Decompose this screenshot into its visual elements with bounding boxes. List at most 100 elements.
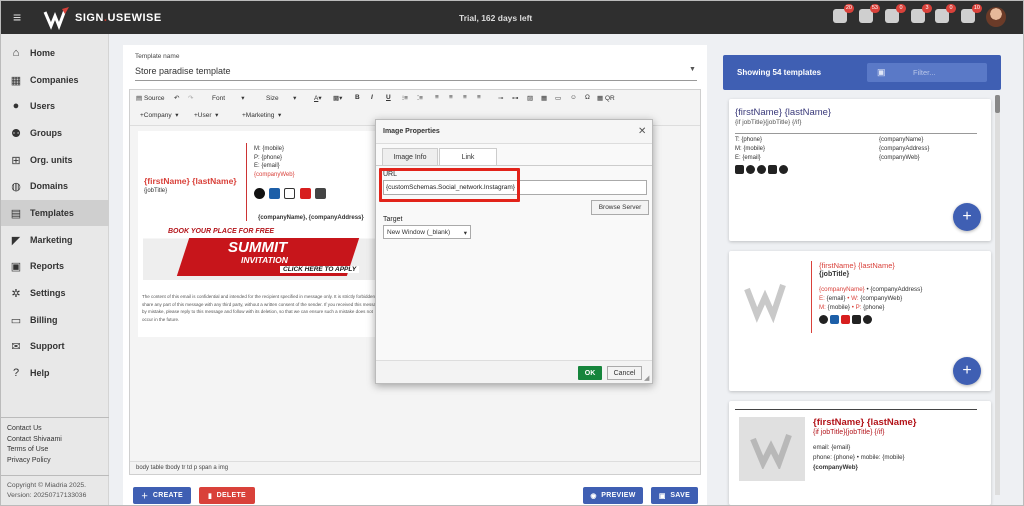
align-center-icon[interactable]: ≡ xyxy=(449,94,453,101)
sidebar-item-users[interactable]: ● Users xyxy=(1,93,109,119)
marketing-dropdown[interactable]: +Marketing ▾ xyxy=(242,111,281,119)
logout-icon[interactable]: 10 xyxy=(961,4,982,23)
template-name-label: Template name xyxy=(135,53,180,60)
table-icon[interactable]: ▦ xyxy=(541,94,547,102)
justify-icon[interactable]: ≡ xyxy=(477,94,481,101)
link-icon[interactable]: ⊸ xyxy=(498,94,503,102)
template-name-select[interactable]: Store paradise template xyxy=(135,66,231,76)
globe-icon[interactable]: 0 xyxy=(935,4,956,23)
youtube-icon[interactable] xyxy=(299,188,311,199)
unlink-icon[interactable]: ⊶ xyxy=(512,94,519,102)
linkedin-icon xyxy=(735,165,744,175)
preview-button[interactable]: ◉ PREVIEW xyxy=(583,487,643,504)
mail-icon[interactable]: 53 xyxy=(859,4,880,23)
tab-image-info[interactable]: Image Info xyxy=(382,148,438,165)
building-icon: ▦ xyxy=(10,74,22,87)
template-list-panel: Showing 54 templates ▣ Filter... {firstN… xyxy=(723,55,1003,505)
browse-server-button[interactable]: Browse Server xyxy=(591,200,649,215)
hamburger-menu-icon[interactable]: ≡ xyxy=(13,10,21,24)
filter-input[interactable]: ▣ Filter... xyxy=(867,63,987,82)
sidebar-item-settings[interactable]: ✲ Settings xyxy=(1,280,109,306)
org-icon[interactable]: 3 xyxy=(911,4,932,23)
users-icon[interactable]: 20 xyxy=(833,4,854,23)
bulleted-list-icon[interactable]: ⁚≡ xyxy=(417,94,423,102)
underline-icon[interactable]: U xyxy=(386,94,391,101)
facebook-icon[interactable] xyxy=(254,188,265,199)
scrollbar[interactable] xyxy=(995,95,1000,495)
resize-handle-icon[interactable]: ◢ xyxy=(644,374,649,382)
facebook-icon xyxy=(746,165,755,175)
undo-icon[interactable]: ↶ xyxy=(174,94,179,102)
sidebar-item-help[interactable]: ? Help xyxy=(1,360,109,386)
x-icon[interactable] xyxy=(284,188,296,199)
bold-icon[interactable]: B xyxy=(355,94,360,101)
italic-icon[interactable]: I xyxy=(371,94,373,101)
disclaimer-text: The content of this email is confidentia… xyxy=(142,294,382,321)
omega-icon[interactable]: Ω xyxy=(585,94,590,101)
ok-button[interactable]: OK xyxy=(578,366,602,380)
photo-placeholder xyxy=(739,417,805,481)
tab-link[interactable]: Link xyxy=(439,148,497,165)
size-select[interactable]: Size ▾ xyxy=(266,94,296,102)
instagram-icon xyxy=(852,315,861,325)
cancel-button[interactable]: Cancel xyxy=(607,366,642,380)
chevron-down-icon[interactable]: ▼ xyxy=(689,66,696,73)
sidebar-item-reports[interactable]: ▣ Reports xyxy=(1,253,109,279)
sidebar-item-templates[interactable]: ▤ Templates xyxy=(1,200,109,226)
linkedin-icon[interactable] xyxy=(269,188,281,199)
contact-us-link[interactable]: Contact Us xyxy=(7,424,62,435)
sidebar-item-home[interactable]: ⌂ Home xyxy=(1,40,109,66)
banner-image[interactable]: BOOK YOUR PLACE FOR FREE SUMMIT INVITATI… xyxy=(143,228,383,280)
sidebar-item-groups[interactable]: ⚉ Groups xyxy=(1,120,109,146)
scrollbar-thumb[interactable] xyxy=(995,95,1000,113)
avatar[interactable] xyxy=(986,7,1006,27)
watermark-logo xyxy=(744,284,786,323)
company-dropdown[interactable]: +Company ▾ xyxy=(140,111,179,119)
privacy-link[interactable]: Privacy Policy xyxy=(7,456,62,467)
font-select[interactable]: Font ▾ xyxy=(212,94,245,102)
sidebar-item-org-units[interactable]: ⊞ Org. units xyxy=(1,147,109,173)
numbered-list-icon[interactable]: ⁝≡ xyxy=(402,94,408,102)
bg-color-icon[interactable]: ▩▾ xyxy=(333,94,342,102)
divider xyxy=(1,475,109,476)
emoji-icon[interactable]: ☺ xyxy=(570,94,577,101)
save-button[interactable]: ▣ SAVE xyxy=(651,487,698,504)
globe-badge: 0 xyxy=(946,4,956,13)
sidebar-item-marketing[interactable]: ◤ Marketing xyxy=(1,227,109,253)
tab-divider xyxy=(376,165,652,166)
qr-button[interactable]: ▦ QR xyxy=(597,94,615,102)
close-icon[interactable]: ✕ xyxy=(638,126,646,137)
delete-button[interactable]: ▮ DELETE xyxy=(199,487,255,504)
contact-shivaami-link[interactable]: Contact Shivaami xyxy=(7,435,62,446)
sidebar-item-domains[interactable]: ◍ Domains xyxy=(1,173,109,199)
twitter-icon xyxy=(757,165,766,175)
image-icon[interactable]: ▨ xyxy=(527,94,533,102)
template-card-2[interactable]: {firstName} {lastName} {jobTitle} {compa… xyxy=(729,251,991,391)
add-template-button[interactable]: + xyxy=(953,203,981,231)
create-button[interactable]: ＋ CREATE xyxy=(133,487,191,504)
instagram-icon[interactable] xyxy=(314,188,326,199)
template-card-1[interactable]: {firstName} {lastName} {if jobTitle}{job… xyxy=(729,99,991,241)
sidebar-item-billing[interactable]: ▭ Billing xyxy=(1,307,109,333)
terms-link[interactable]: Terms of Use xyxy=(7,445,62,456)
align-left-icon[interactable]: ≡ xyxy=(435,94,439,101)
text-color-icon[interactable]: A▾ xyxy=(314,94,322,102)
groups-badge: 0 xyxy=(896,4,906,13)
sidebar-item-support[interactable]: ✉ Support xyxy=(1,333,109,359)
brand-name: SIGN.USEWISE xyxy=(75,12,162,24)
template-icon: ▤ xyxy=(10,207,22,220)
sidebar-item-companies[interactable]: ▦ Companies xyxy=(1,67,109,93)
source-button[interactable]: ▤ Source xyxy=(136,94,165,102)
sig-contacts: M: {mobile} P: {phone} E: {email} {compa… xyxy=(254,146,295,178)
element-path[interactable]: body table tbody tr td p span a img xyxy=(130,461,700,474)
groups-icon[interactable]: 0 xyxy=(885,4,906,23)
user-dropdown[interactable]: +User ▾ xyxy=(194,111,218,119)
template-card-3[interactable]: {firstName} {lastName} {if jobTitle}{job… xyxy=(729,401,991,505)
card1-social-icons xyxy=(735,165,790,175)
highlight-box xyxy=(379,168,520,202)
target-select[interactable]: New Window (_blank) ▾ xyxy=(383,225,471,239)
hr-icon[interactable]: ▭ xyxy=(555,94,561,102)
redo-icon[interactable]: ↷ xyxy=(188,94,193,102)
add-template-button[interactable]: + xyxy=(953,357,981,385)
align-right-icon[interactable]: ≡ xyxy=(463,94,467,101)
